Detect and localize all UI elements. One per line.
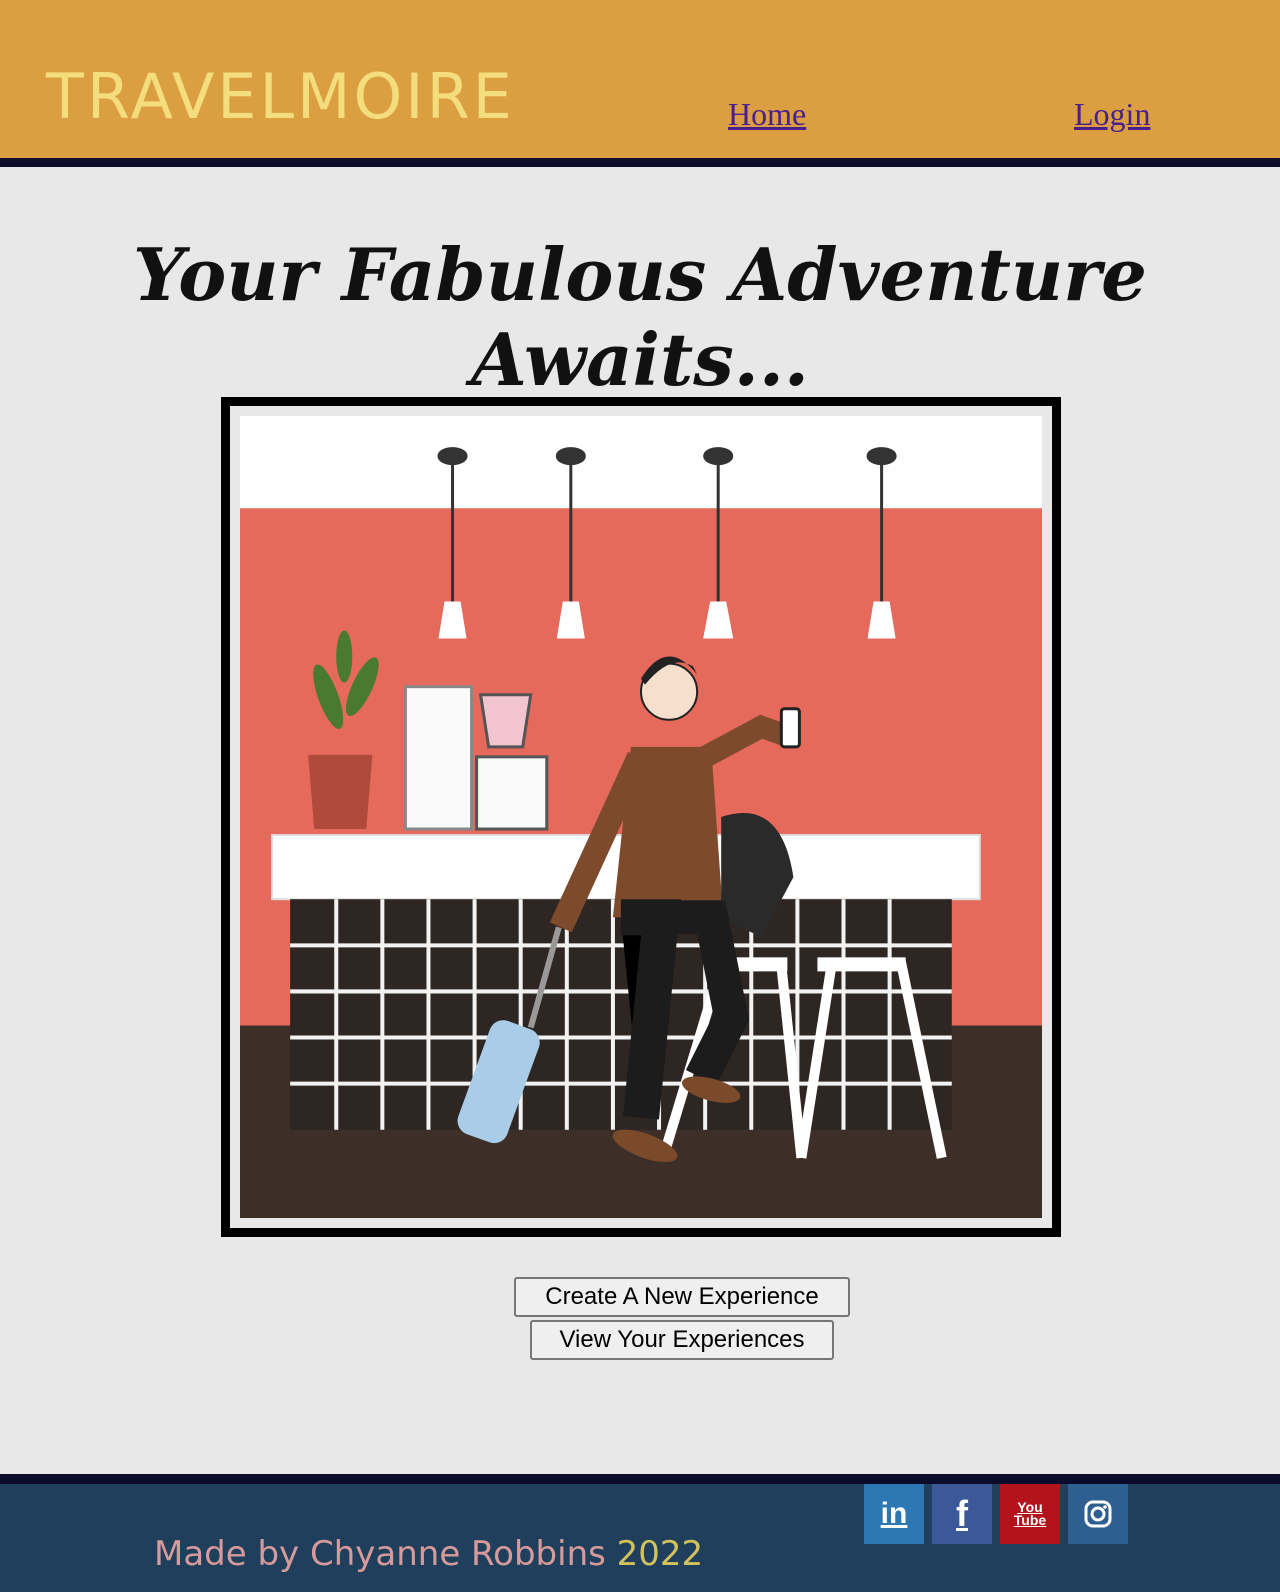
hero-illustration — [240, 416, 1042, 1218]
site-header: TRAVELMOIRE Home Login — [0, 0, 1280, 167]
page-title: Your Fabulous Adventure Awaits... — [133, 232, 1147, 402]
footer-credit: Made by Chyanne Robbins 2022 — [154, 1534, 703, 1574]
nav-link-login[interactable]: Login — [1074, 96, 1150, 133]
site-footer: Made by Chyanne Robbins 2022 in f You Tu… — [0, 1474, 1280, 1592]
credit-text: Made by Chyanne Robbins — [154, 1534, 606, 1574]
hero-illustration-frame — [221, 397, 1061, 1237]
linkedin-icon[interactable]: in — [864, 1484, 924, 1544]
instagram-icon[interactable] — [1068, 1484, 1128, 1544]
youtube-icon[interactable]: You Tube — [1000, 1484, 1060, 1544]
view-experiences-button[interactable]: View Your Experiences — [530, 1320, 834, 1360]
youtube-glyph: You Tube — [1013, 1499, 1047, 1528]
nav-link-home[interactable]: Home — [728, 96, 806, 133]
create-experience-button[interactable]: Create A New Experience — [514, 1277, 850, 1317]
brand-logo[interactable]: TRAVELMOIRE — [46, 60, 515, 133]
facebook-icon[interactable]: f — [932, 1484, 992, 1544]
instagram-glyph — [1084, 1500, 1112, 1528]
credit-year: 2022 — [616, 1534, 704, 1574]
